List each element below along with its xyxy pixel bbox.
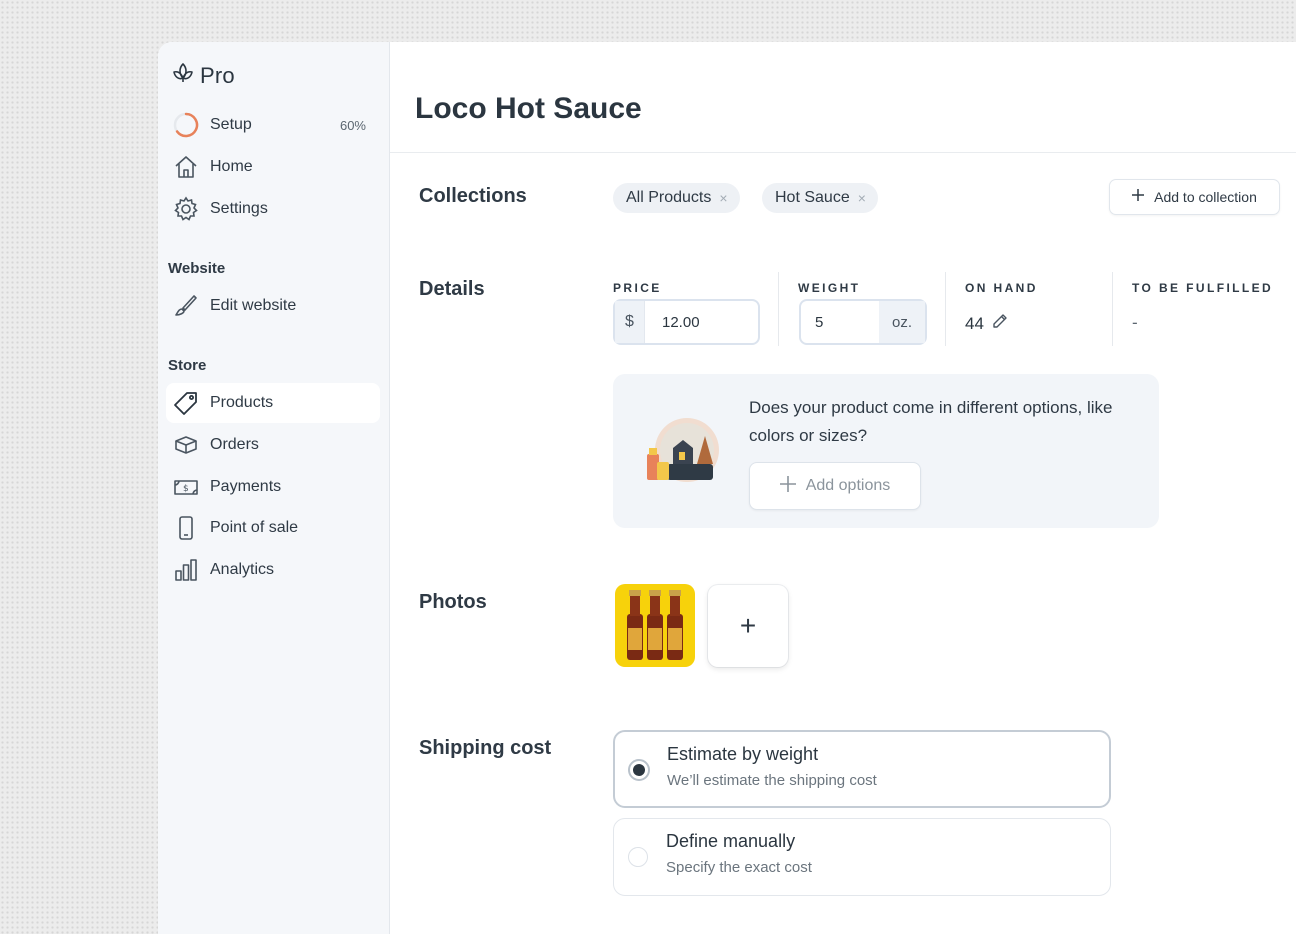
progress-ring-icon bbox=[172, 111, 200, 139]
brand-name: Pro bbox=[200, 62, 235, 88]
button-label: Add to collection bbox=[1154, 189, 1257, 205]
details-label: Details bbox=[419, 278, 485, 300]
bar-chart-icon bbox=[172, 556, 200, 584]
on-hand-field: 44 bbox=[965, 313, 1008, 334]
sidebar-item-label: Setup bbox=[210, 116, 252, 133]
price-value: 12.00 bbox=[662, 314, 700, 331]
weight-value: 5 bbox=[815, 314, 824, 331]
collection-chip[interactable]: All Products × bbox=[613, 183, 740, 213]
sidebar-item-point-of-sale[interactable]: Point of sale bbox=[166, 508, 380, 548]
brand[interactable]: Pro bbox=[172, 62, 235, 89]
close-icon[interactable]: × bbox=[858, 190, 866, 206]
add-to-collection-button[interactable]: Add to collection bbox=[1109, 179, 1280, 215]
option-subtitle: We’ll estimate the shipping cost bbox=[667, 772, 877, 789]
options-card: Does your product come in different opti… bbox=[613, 374, 1159, 528]
sidebar-item-settings[interactable]: Settings bbox=[166, 189, 380, 229]
options-prompt: Does your product come in different opti… bbox=[749, 398, 1113, 445]
option-subtitle: Specify the exact cost bbox=[666, 859, 812, 876]
sidebar-item-label: Payments bbox=[210, 478, 282, 495]
sidebar-item-label: Edit website bbox=[210, 297, 297, 314]
product-photo[interactable] bbox=[615, 584, 695, 667]
chip-label: All Products bbox=[626, 189, 712, 206]
sidebar-item-label: Products bbox=[210, 394, 274, 411]
page-title: Loco Hot Sauce bbox=[415, 92, 642, 125]
to-be-fulfilled-value: - bbox=[1132, 313, 1138, 332]
gear-icon bbox=[172, 195, 200, 223]
divider bbox=[390, 152, 1296, 153]
sidebar-item-analytics[interactable]: Analytics bbox=[166, 550, 380, 590]
option-title: Estimate by weight bbox=[667, 744, 819, 764]
on-hand-caption: ON HAND bbox=[965, 281, 1038, 295]
section-heading-store: Store bbox=[168, 357, 207, 374]
shipping-cost-label: Shipping cost bbox=[419, 737, 552, 759]
option-title: Define manually bbox=[666, 831, 796, 851]
hot-sauce-bottles-icon bbox=[627, 590, 683, 660]
pencil-icon[interactable] bbox=[992, 313, 1008, 334]
product-options-illustration bbox=[639, 412, 723, 492]
sidebar-item-label: Analytics bbox=[210, 561, 275, 578]
weight-caption: WEIGHT bbox=[798, 281, 861, 295]
radio-button[interactable] bbox=[628, 759, 650, 781]
shipping-option-manual[interactable]: Define manually Specify the exact cost bbox=[613, 818, 1111, 896]
sidebar-item-orders[interactable]: Orders bbox=[166, 425, 380, 465]
collections-label: Collections bbox=[419, 185, 527, 207]
svg-text:$: $ bbox=[183, 484, 189, 494]
sidebar-item-label: Settings bbox=[210, 200, 268, 217]
divider bbox=[1112, 272, 1113, 346]
radio-button[interactable] bbox=[628, 847, 648, 867]
chip-label: Hot Sauce bbox=[775, 189, 850, 206]
price-input[interactable]: $ 12.00 bbox=[613, 299, 760, 345]
leaf-logo-icon bbox=[172, 62, 194, 89]
button-label: Add options bbox=[805, 477, 891, 494]
divider bbox=[945, 272, 946, 346]
sidebar-item-setup[interactable]: Setup 60% bbox=[166, 105, 380, 145]
sidebar-item-payments[interactable]: $ Payments bbox=[166, 467, 380, 507]
app-window: Pro Setup 60% Home Settings Website Edit… bbox=[158, 42, 1296, 934]
home-icon bbox=[172, 153, 200, 181]
money-icon: $ bbox=[172, 473, 200, 501]
sidebar: Pro Setup 60% Home Settings Website Edit… bbox=[158, 42, 390, 934]
price-caption: PRICE bbox=[613, 281, 662, 295]
add-options-button[interactable]: Add options bbox=[749, 462, 921, 510]
on-hand-value: 44 bbox=[965, 313, 984, 333]
weight-unit: oz. bbox=[879, 301, 925, 343]
sidebar-item-edit-website[interactable]: Edit website bbox=[166, 286, 380, 326]
plus-icon bbox=[779, 475, 796, 497]
photos-label: Photos bbox=[419, 591, 487, 613]
sidebar-item-home[interactable]: Home bbox=[166, 147, 380, 187]
currency-prefix: $ bbox=[615, 301, 645, 343]
sidebar-item-label: Home bbox=[210, 158, 253, 175]
section-heading-website: Website bbox=[168, 260, 226, 277]
phone-icon bbox=[172, 514, 200, 542]
main-content: Loco Hot Sauce Collections All Products … bbox=[390, 42, 1296, 934]
box-icon bbox=[172, 431, 200, 459]
add-photo-button[interactable]: + bbox=[708, 585, 788, 667]
collection-chip[interactable]: Hot Sauce × bbox=[762, 183, 878, 213]
brush-icon bbox=[172, 292, 200, 320]
to-be-fulfilled-caption: TO BE FULFILLED bbox=[1132, 281, 1274, 295]
tag-icon bbox=[172, 389, 200, 417]
divider bbox=[778, 272, 779, 346]
plus-icon bbox=[1132, 188, 1145, 206]
sidebar-item-products[interactable]: Products bbox=[166, 383, 380, 423]
sidebar-item-label: Point of sale bbox=[210, 519, 299, 536]
setup-progress-value: 60% bbox=[339, 117, 366, 133]
shipping-option-estimate[interactable]: Estimate by weight We’ll estimate the sh… bbox=[613, 730, 1111, 808]
sidebar-item-label: Orders bbox=[210, 436, 259, 453]
close-icon[interactable]: × bbox=[719, 190, 727, 206]
weight-input[interactable]: 5 oz. bbox=[799, 299, 927, 345]
